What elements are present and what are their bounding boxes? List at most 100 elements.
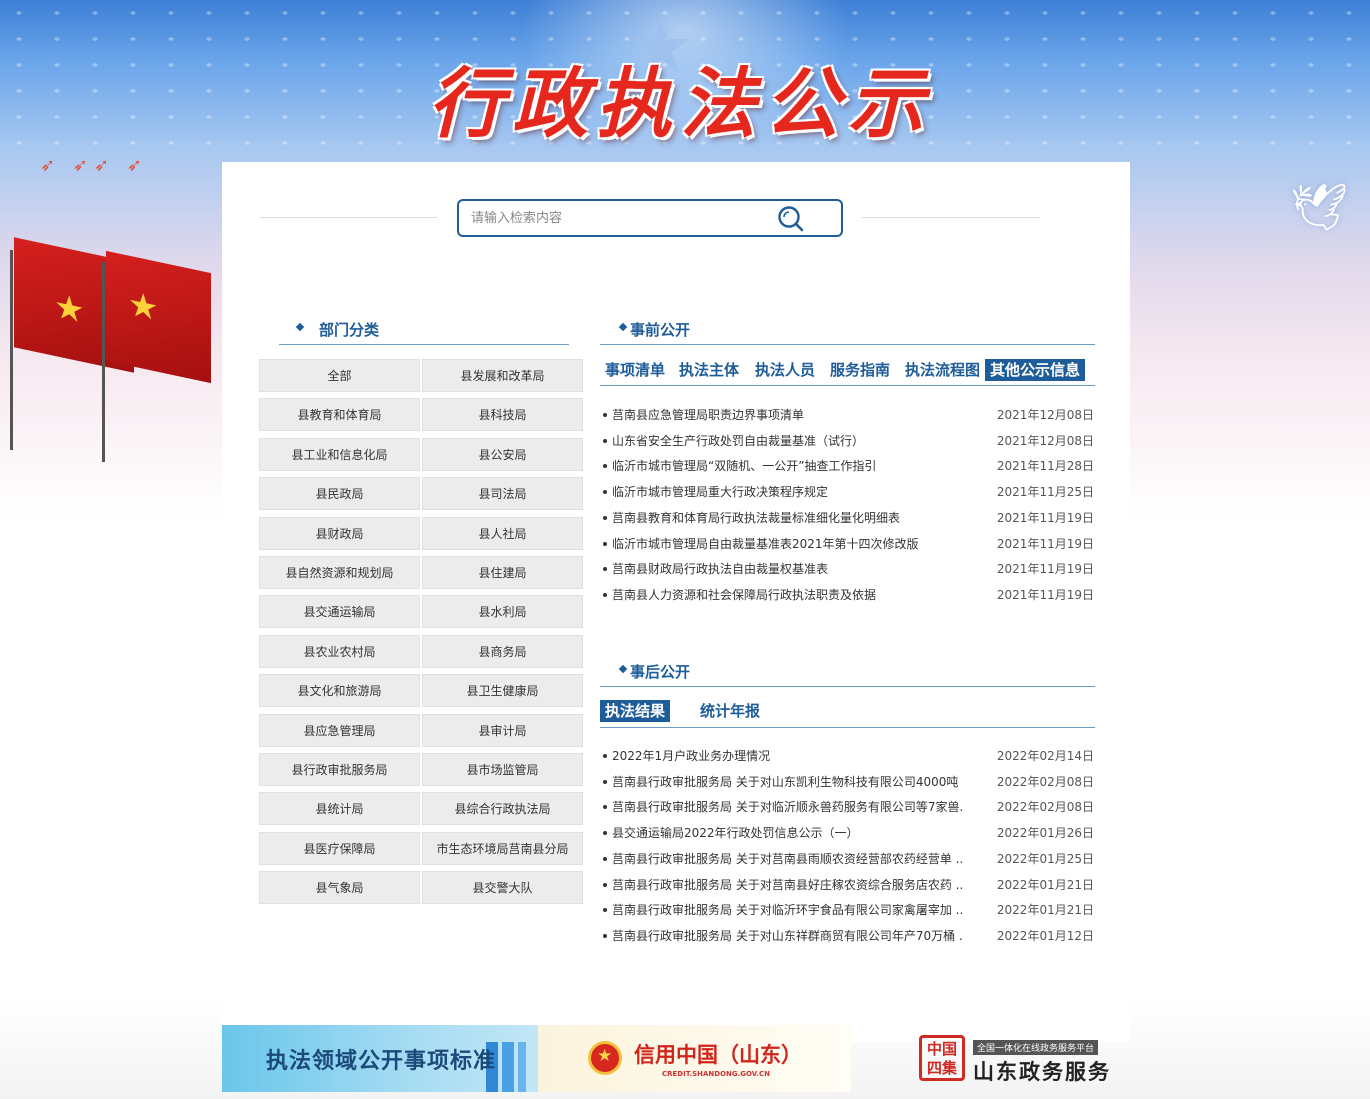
list-item-title[interactable]: 莒南县人力资源和社会保障局行政执法职责及依据 (612, 585, 962, 605)
list-item[interactable]: 莒南县行政审批服务局 关于对莒南县雨顺农资经营部农药经营单 ... 2022年01… (600, 849, 1094, 869)
list-item[interactable]: 莒南县财政局行政执法自由裁量权基准表 2021年11月19日 (600, 559, 1094, 579)
department-item[interactable]: 县自然资源和规划局 (259, 556, 420, 589)
department-item[interactable]: 县文化和旅游局 (259, 674, 420, 708)
list-item[interactable]: 莒南县行政审批服务局 关于对山东凯利生物科技有限公司4000吨 ... 2022年… (600, 772, 1094, 792)
list-item-title[interactable]: 临沂市城市管理局“双随机、一公开”抽查工作指引 (612, 456, 962, 476)
bullet-icon (603, 779, 607, 784)
tab-post-1[interactable]: 统计年报 (695, 700, 765, 722)
department-item[interactable]: 县医疗保障局 (259, 831, 420, 865)
search-icon[interactable] (777, 205, 805, 233)
list-item-title[interactable]: 莒南县行政审批服务局 关于对莒南县好庄稼农资综合服务店农药 ... (612, 875, 962, 895)
list-item-title[interactable]: 莒南县行政审批服务局 关于对临沂顺永兽药服务有限公司等7家兽... (612, 797, 962, 817)
gov-platform-subtitle: 全国一体化在线政务服务平台 (973, 1040, 1099, 1055)
gov-platform-title: 山东政务服务 (973, 1060, 1111, 1084)
list-item-date: 2022年02月08日 (996, 800, 1094, 815)
department-item[interactable]: 县交警大队 (422, 871, 583, 905)
department-item[interactable]: 县人社局 (422, 516, 583, 550)
list-item[interactable]: 莒南县教育和体育局行政执法裁量标准细化量化明细表 2021年11月19日 (600, 508, 1094, 528)
list-item-title[interactable]: 县交通运输局2022年行政处罚信息公示（一） (612, 823, 962, 843)
bullet-icon (603, 882, 607, 887)
department-item[interactable]: 县教育和体育局 (259, 398, 420, 432)
list-item-title[interactable]: 莒南县教育和体育局行政执法裁量标准细化量化明细表 (612, 508, 962, 528)
list-item[interactable]: 莒南县应急管理局职责边界事项清单 2021年12月08日 (600, 405, 1094, 425)
department-item[interactable]: 县民政局 (259, 477, 420, 511)
department-item[interactable]: 县统计局 (259, 792, 420, 826)
national-emblem-icon: ★ (588, 1041, 622, 1075)
list-item-title[interactable]: 莒南县行政审批服务局 关于对山东祥群商贸有限公司年产70万桶 ... (612, 926, 962, 946)
search-input[interactable] (471, 209, 771, 227)
list-item[interactable]: 莒南县行政审批服务局 关于对山东祥群商贸有限公司年产70万桶 ... 2022年0… (600, 926, 1094, 946)
list-item[interactable]: 莒南县行政审批服务局 关于对临沂顺永兽药服务有限公司等7家兽... 2022年02… (600, 797, 1094, 817)
department-item[interactable]: 县商务局 (422, 634, 583, 668)
list-item[interactable]: 县交通运输局2022年行政处罚信息公示（一） 2022年01月26日 (600, 823, 1094, 843)
bullet-icon (603, 464, 607, 469)
list-item-date: 2022年01月25日 (996, 851, 1094, 866)
flag-pole (102, 262, 105, 462)
department-item[interactable]: 县交通运输局 (259, 595, 420, 629)
list-item-title[interactable]: 莒南县财政局行政执法自由裁量权基准表 (612, 559, 962, 579)
list-item-date: 2022年01月21日 (996, 877, 1094, 892)
list-item-title[interactable]: 临沂市城市管理局重大行政决策程序规定 (612, 482, 962, 502)
department-item[interactable]: 县农业农村局 (259, 634, 420, 668)
tab-pre-4[interactable]: 执法流程图 (900, 359, 985, 381)
list-item-title[interactable]: 山东省安全生产行政处罚自由裁量基准（试行） (612, 431, 962, 451)
bullet-icon (603, 567, 607, 572)
list-item-title[interactable]: 2022年1月户政业务办理情况 (612, 746, 962, 766)
post-title: 事后公开 (630, 663, 691, 681)
standards-banner-link[interactable]: 执法领域公开事项标准 (222, 1025, 538, 1092)
bullet-icon (603, 805, 607, 810)
departments-header: 部门分类 (279, 319, 569, 345)
bullet-icon (603, 908, 607, 913)
list-item-title[interactable]: 临沂市城市管理局自由裁量基准表2021年第十四次修改版 (612, 534, 962, 554)
bullet-icon (603, 541, 607, 546)
list-item[interactable]: 莒南县人力资源和社会保障局行政执法职责及依据 2021年11月19日 (600, 585, 1094, 605)
department-item[interactable]: 县应急管理局 (259, 713, 420, 747)
tab-pre-3[interactable]: 服务指南 (825, 359, 895, 381)
birds-icon: ➶ ➶➶ ➶ (40, 155, 148, 176)
department-item[interactable]: 全部 (259, 359, 420, 392)
department-item[interactable]: 县水利局 (422, 595, 583, 629)
list-item-title[interactable]: 莒南县行政审批服务局 关于对山东凯利生物科技有限公司4000吨 ... (612, 772, 962, 792)
bullet-icon (603, 592, 607, 597)
list-item-date: 2021年11月28日 (996, 459, 1094, 474)
credit-china-title: 信用中国（山东） (634, 1043, 802, 1067)
search-divider-left (260, 217, 437, 218)
tab-post-0[interactable]: 执法结果 (600, 700, 671, 722)
list-item-date: 2021年11月19日 (996, 536, 1094, 551)
list-item[interactable]: 莒南县行政审批服务局 关于对莒南县好庄稼农资综合服务店农药 ... 2022年01… (600, 875, 1094, 895)
department-item[interactable]: 县气象局 (259, 871, 420, 905)
list-item-title[interactable]: 莒南县行政审批服务局 关于对临沂环宇食品有限公司家禽屠宰加 ... (612, 900, 962, 920)
bullet-icon (603, 438, 607, 443)
credit-china-banner-link[interactable]: ★ 信用中国（山东） CREDIT.SHANDONG.GOV.CN (538, 1025, 851, 1092)
list-item[interactable]: 2022年1月户政业务办理情况 2022年02月14日 (600, 746, 1094, 766)
list-item[interactable]: 莒南县行政审批服务局 关于对临沂环宇食品有限公司家禽屠宰加 ... 2022年01… (600, 900, 1094, 920)
department-item[interactable]: 县市场监管局 (422, 753, 583, 786)
department-item[interactable]: 县科技局 (422, 398, 583, 432)
tab-pre-2[interactable]: 执法人员 (750, 359, 820, 381)
list-item[interactable]: 临沂市城市管理局“双随机、一公开”抽查工作指引 2021年11月28日 (600, 456, 1094, 476)
list-item-title[interactable]: 莒南县应急管理局职责边界事项清单 (612, 405, 962, 425)
tab-pre-1[interactable]: 执法主体 (674, 359, 744, 381)
list-item[interactable]: 山东省安全生产行政处罚自由裁量基准（试行） 2021年12月08日 (600, 431, 1094, 451)
department-item[interactable]: 县住建局 (422, 556, 583, 589)
list-item-title[interactable]: 莒南县行政审批服务局 关于对莒南县雨顺农资经营部农药经营单 ... (612, 849, 962, 869)
department-item[interactable]: 县行政审批服务局 (259, 753, 420, 786)
department-item[interactable]: 县公安局 (422, 437, 583, 471)
shandong-gov-service-link[interactable]: 中国 四集 全国一体化在线政务服务平台 山东政务服务 (919, 1035, 1119, 1085)
department-item[interactable]: 县卫生健康局 (422, 674, 583, 708)
department-item[interactable]: 县发展和改革局 (422, 359, 583, 392)
bullet-icon (603, 515, 607, 520)
bullet-icon (603, 831, 607, 836)
department-item[interactable]: 县审计局 (422, 713, 583, 747)
list-item[interactable]: 临沂市城市管理局重大行政决策程序规定 2021年11月25日 (600, 482, 1094, 502)
department-item[interactable]: 县司法局 (422, 477, 583, 511)
seal-logo-icon: 中国 四集 (919, 1035, 965, 1081)
department-item[interactable]: 县综合行政执法局 (422, 792, 583, 826)
department-item[interactable]: 市生态环境局莒南县分局 (422, 831, 583, 865)
list-item-date: 2021年11月25日 (996, 485, 1094, 500)
tab-pre-0[interactable]: 事项清单 (600, 359, 670, 381)
department-item[interactable]: 县工业和信息化局 (259, 437, 420, 471)
list-item[interactable]: 临沂市城市管理局自由裁量基准表2021年第十四次修改版 2021年11月19日 (600, 534, 1094, 554)
tab-pre-5[interactable]: 其他公示信息 (985, 359, 1086, 381)
department-item[interactable]: 县财政局 (259, 516, 420, 550)
